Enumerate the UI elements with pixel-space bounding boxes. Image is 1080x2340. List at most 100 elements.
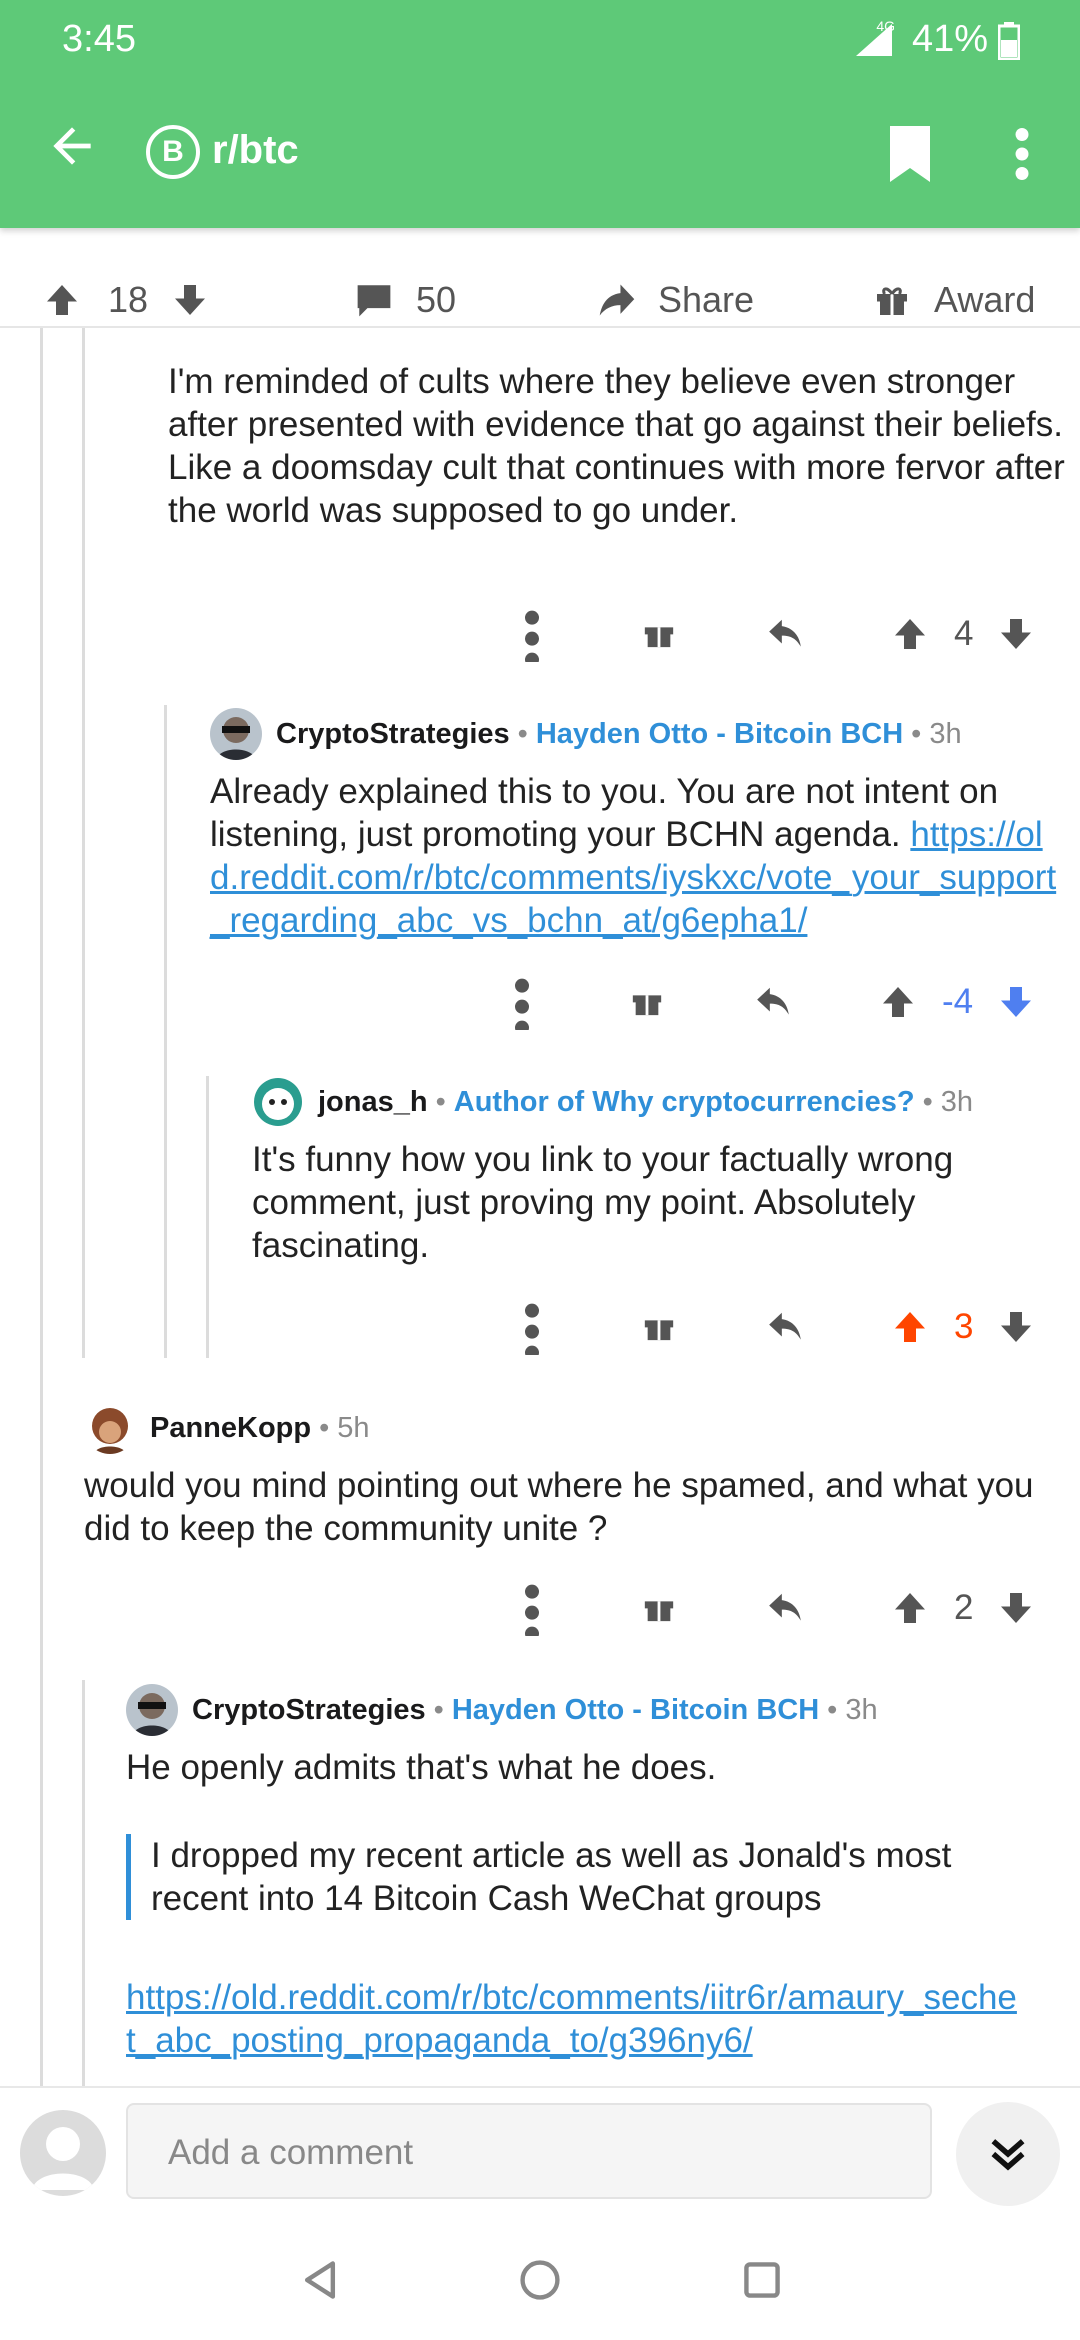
comment-body: He openly admits that's what he does. [126, 1748, 717, 1787]
sub-icon-letter: B [162, 135, 184, 168]
gift-icon[interactable] [642, 1590, 676, 1624]
comment-composer-bar: Add a comment [0, 2086, 1080, 2218]
thread-line-3 [206, 1076, 209, 1358]
username[interactable]: CryptoStrategies [192, 1694, 426, 1727]
comment-quote: I dropped my recent article as well as J… [126, 1834, 1026, 1920]
comment-actions: 3 [500, 1299, 1060, 1359]
downvote-icon[interactable] [172, 282, 208, 318]
downvote-icon[interactable] [998, 1590, 1034, 1626]
award-label: Award [934, 279, 1036, 320]
more-vert-icon[interactable] [525, 1299, 539, 1355]
comment-body: Already explained this to you. You are n… [210, 770, 1068, 942]
subreddit-title[interactable]: r/btc [212, 128, 299, 173]
avatar[interactable] [210, 708, 262, 760]
user-avatar-icon[interactable] [20, 2110, 106, 2196]
nav-recents-icon[interactable] [740, 2258, 784, 2302]
more-vert-icon[interactable] [525, 1580, 539, 1636]
comment-link[interactable]: https://old.reddit.com/r/btc/comments/ii… [126, 1978, 1017, 2060]
thread-line-4 [82, 1680, 85, 2086]
more-vert-icon[interactable] [515, 974, 529, 1030]
gift-icon[interactable] [642, 1309, 676, 1343]
nav-back-icon[interactable] [298, 2258, 342, 2302]
separator-dot: • [433, 1693, 444, 1726]
avatar[interactable] [126, 1684, 178, 1736]
post-vote: 18 [44, 272, 208, 328]
collapse-button[interactable] [956, 2102, 1060, 2206]
battery-icon [998, 22, 1020, 60]
comment-score: 3 [954, 1307, 974, 1346]
upvote-icon[interactable] [892, 1590, 928, 1626]
comment-actions: 4 [500, 606, 1060, 666]
back-arrow-icon[interactable] [44, 118, 100, 174]
separator-dot: • [827, 1693, 838, 1726]
user-flair: Author of Why cryptocurrencies? [453, 1085, 915, 1118]
comment-body: would you mind pointing out where he spa… [84, 1466, 1034, 1548]
system-nav-bar [0, 2218, 1080, 2340]
comment-age: 3h [929, 717, 962, 750]
comment-score: 2 [954, 1588, 974, 1627]
post-score: 18 [108, 279, 149, 320]
comments-button[interactable]: 50 [354, 272, 456, 328]
comment-meta: CryptoStrategies • Hayden Otto - Bitcoin… [126, 1684, 878, 1736]
comment-icon [357, 285, 391, 317]
comment-meta: jonas_h • Author of Why cryptocurrencies… [252, 1076, 973, 1128]
comment-body: I'm reminded of cults where they believe… [168, 362, 1065, 530]
upvote-icon[interactable] [880, 984, 916, 1020]
bitcoin-icon: B [146, 125, 200, 179]
downvote-icon[interactable] [998, 616, 1034, 652]
separator-dot: • [435, 1085, 446, 1118]
downvote-icon[interactable] [998, 984, 1034, 1020]
comment-actions: -4 [500, 974, 1060, 1034]
username[interactable]: CryptoStrategies [276, 718, 510, 751]
bookmark-icon[interactable] [886, 126, 934, 182]
add-comment-input[interactable]: Add a comment [126, 2103, 932, 2199]
gift-icon[interactable] [642, 616, 676, 650]
comment-age: 5h [337, 1411, 370, 1444]
upvote-icon[interactable] [44, 282, 80, 318]
status-time: 3:45 [62, 18, 136, 60]
thread-line-1 [82, 328, 85, 1358]
username[interactable]: PanneKopp [150, 1412, 311, 1445]
comment-meta: CryptoStrategies • Hayden Otto - Bitcoin… [210, 708, 962, 760]
more-vert-icon[interactable] [525, 606, 539, 662]
gift-icon [877, 287, 907, 315]
separator-dot: • [922, 1085, 933, 1118]
status-bar: 3:45 4G 41% [0, 0, 1080, 80]
comment-age: 3h [940, 1085, 973, 1118]
comment-text: Already explained this to you. You are n… [210, 772, 999, 854]
chevron-double-down-icon [991, 2139, 1025, 2171]
downvote-icon[interactable] [998, 1309, 1034, 1345]
separator-dot: • [517, 717, 528, 750]
user-flair: Hayden Otto - Bitcoin BCH [451, 1693, 820, 1726]
more-vert-icon[interactable] [1008, 128, 1036, 180]
reply-icon[interactable] [766, 1590, 804, 1626]
battery-percent: 41% [911, 18, 988, 60]
upvote-icon[interactable] [892, 616, 928, 652]
separator-dot: • [319, 1411, 330, 1444]
reply-icon[interactable] [766, 616, 804, 652]
upvote-icon[interactable] [892, 1309, 928, 1345]
reply-icon[interactable] [766, 1309, 804, 1345]
user-flair: Hayden Otto - Bitcoin BCH [535, 717, 904, 750]
comment-age: 3h [845, 1693, 878, 1726]
share-button[interactable]: Share [596, 272, 754, 328]
separator-dot: • [911, 717, 922, 750]
share-label: Share [658, 279, 755, 320]
post-action-bar: 18 50 Share Award [0, 272, 1080, 328]
username[interactable]: jonas_h [318, 1086, 428, 1119]
reply-icon[interactable] [754, 984, 792, 1020]
award-button[interactable]: Award [874, 272, 1035, 328]
comment-meta: PanneKopp • 5h [84, 1402, 370, 1454]
comment-actions: 2 [500, 1580, 1060, 1640]
avatar[interactable] [252, 1076, 304, 1128]
comment-link-block: https://old.reddit.com/r/btc/comments/ii… [126, 1976, 1026, 2062]
comment-count: 50 [416, 279, 457, 320]
nav-home-icon[interactable] [518, 2258, 562, 2302]
signal-icon [856, 24, 892, 56]
thread-line-2 [164, 705, 167, 1358]
gift-icon[interactable] [630, 984, 664, 1018]
avatar[interactable] [84, 1402, 136, 1454]
app-bar: 3:45 4G 41% B r/btc [0, 0, 1080, 228]
comment-score: -4 [942, 982, 974, 1021]
comment-body: It's funny how you link to your factuall… [252, 1140, 954, 1265]
